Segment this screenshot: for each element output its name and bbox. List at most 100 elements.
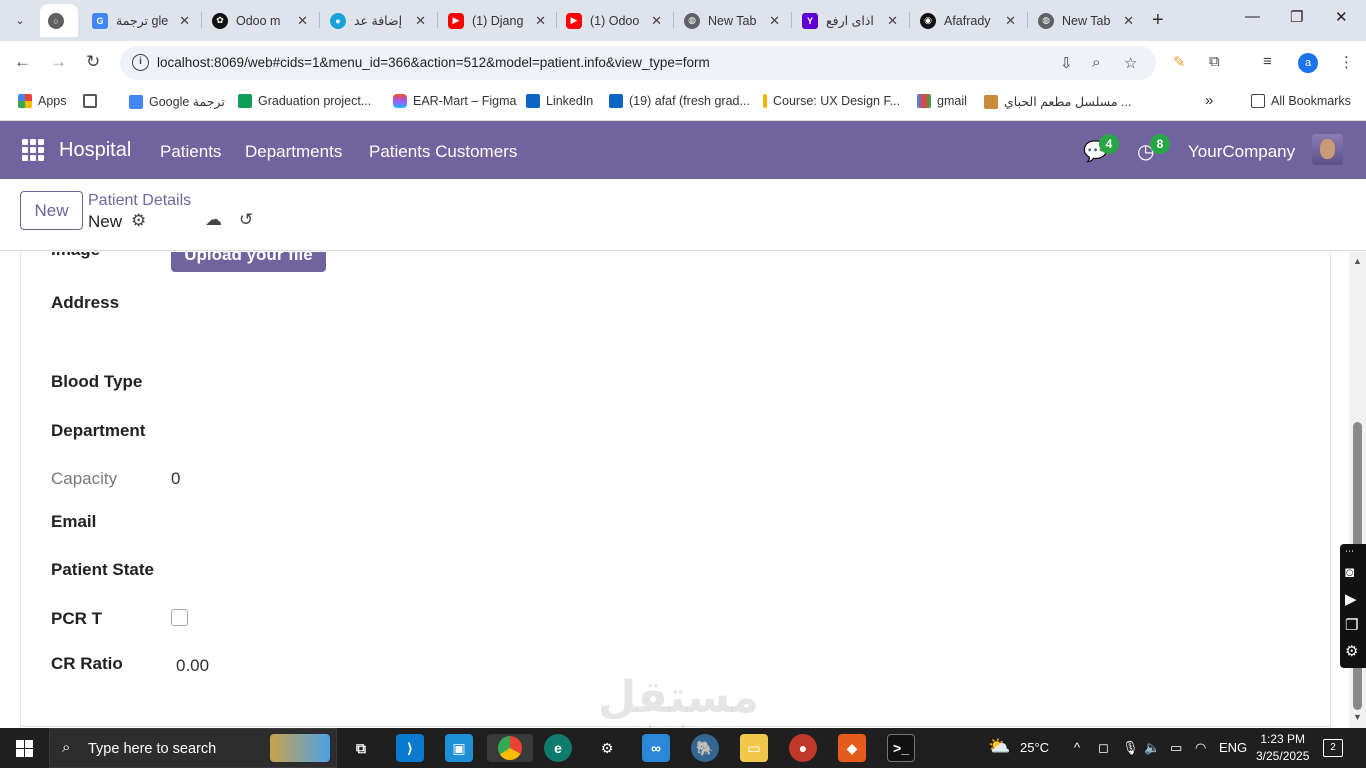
- weather-temp[interactable]: 25°C: [1020, 740, 1049, 755]
- forward-icon[interactable]: →: [50, 52, 67, 72]
- notifications-icon[interactable]: 2: [1323, 739, 1343, 757]
- media-control-icon[interactable]: ≡: [1263, 53, 1272, 70]
- discard-icon[interactable]: ↺: [239, 210, 253, 230]
- app-brand[interactable]: Hospital: [59, 139, 131, 162]
- menu-patients[interactable]: Patients: [160, 142, 221, 162]
- tab-search-icon[interactable]: ⌄: [8, 8, 32, 32]
- close-icon[interactable]: ✕: [651, 13, 662, 29]
- camera-icon[interactable]: ◙: [1345, 564, 1354, 581]
- windows-start-icon[interactable]: [16, 740, 33, 757]
- bookmark-grid[interactable]: [83, 94, 103, 108]
- tab-0[interactable]: ○: [40, 4, 78, 37]
- bookmark-google-translate[interactable]: Google ترجمة: [129, 94, 225, 109]
- new-button[interactable]: New: [20, 191, 83, 230]
- minimize-icon[interactable]: —: [1245, 8, 1260, 25]
- tab-4[interactable]: ▶ (1) Djang ✕: [440, 4, 554, 37]
- cr-ratio-field[interactable]: 0.00: [176, 656, 209, 676]
- bookmark-apps[interactable]: Apps: [18, 94, 67, 108]
- settings-gear-icon[interactable]: ⚙: [593, 734, 621, 762]
- git-icon[interactable]: ◆: [838, 734, 866, 762]
- bookmark-linkedin-profile[interactable]: (19) afaf (fresh grad...: [609, 94, 750, 108]
- search-highlight-icon[interactable]: [270, 734, 330, 762]
- close-icon[interactable]: ✕: [535, 13, 546, 29]
- wifi-icon[interactable]: ◠: [1195, 740, 1206, 756]
- blood-type-field[interactable]: [171, 372, 571, 394]
- zoom-icon[interactable]: ⌕: [1092, 54, 1100, 71]
- tab-6[interactable]: ◍ New Tab ✕: [676, 4, 788, 37]
- site-info-icon[interactable]: i: [132, 54, 149, 71]
- terminal-icon[interactable]: >_: [887, 734, 915, 762]
- profile-avatar[interactable]: a: [1298, 53, 1318, 73]
- restore-icon[interactable]: ❐: [1290, 8, 1303, 26]
- close-icon[interactable]: ✕: [415, 13, 426, 29]
- department-field[interactable]: [171, 421, 571, 443]
- bookmark-figma[interactable]: EAR-Mart – Figma: [393, 94, 517, 108]
- close-icon[interactable]: ✕: [887, 13, 898, 29]
- patient-state-field[interactable]: [171, 560, 571, 582]
- close-icon[interactable]: ✕: [1123, 13, 1134, 29]
- vscode-icon[interactable]: ⟩: [396, 734, 424, 762]
- address-field[interactable]: [171, 293, 1311, 353]
- extensions-icon[interactable]: ⧉: [1209, 53, 1220, 70]
- tab-3[interactable]: ● إضافة عد ✕: [322, 4, 434, 37]
- camera-tray-icon[interactable]: ◻: [1098, 740, 1109, 756]
- chrome-taskbar-icon[interactable]: [487, 734, 533, 762]
- visual-studio-icon[interactable]: ∞: [642, 734, 670, 762]
- bookmark-graduation-project[interactable]: Graduation project...: [238, 94, 371, 108]
- company-switcher[interactable]: YourCompany: [1188, 142, 1295, 162]
- file-explorer-icon[interactable]: ▭: [740, 734, 768, 762]
- language-indicator[interactable]: ENG: [1219, 740, 1247, 755]
- chrome-menu-icon[interactable]: ⋮: [1339, 53, 1354, 71]
- new-tab-icon[interactable]: +: [1152, 9, 1164, 32]
- tray-chevron-icon[interactable]: ^: [1074, 740, 1080, 755]
- video-icon[interactable]: ▶: [1345, 590, 1357, 608]
- bookmark-gmail[interactable]: gmail: [917, 94, 967, 108]
- menu-patients-customers[interactable]: Patients Customers: [369, 142, 517, 162]
- url-text[interactable]: localhost:8069/web#cids=1&menu_id=366&ac…: [157, 55, 710, 70]
- postgresql-icon[interactable]: 🐘: [691, 734, 719, 762]
- window-capture-icon[interactable]: ❐: [1345, 616, 1358, 634]
- save-cloud-icon[interactable]: ☁: [205, 210, 222, 230]
- tab-7[interactable]: Y اذاى ارفع ✕: [794, 4, 906, 37]
- weather-icon[interactable]: ⛅: [988, 736, 1010, 757]
- bookmark-linkedin[interactable]: LinkedIn: [526, 94, 593, 108]
- reload-icon[interactable]: ↻: [86, 52, 100, 72]
- record-icon[interactable]: ●: [789, 734, 817, 762]
- close-icon[interactable]: ✕: [1005, 13, 1016, 29]
- tab-9[interactable]: ◍ New Tab ✕: [1030, 4, 1142, 37]
- close-icon[interactable]: ✕: [179, 13, 190, 29]
- email-field[interactable]: [171, 512, 571, 534]
- tab-5[interactable]: ▶ (1) Odoo ✕: [558, 4, 670, 37]
- pen-extension-icon[interactable]: ✎: [1173, 53, 1186, 71]
- edge-icon[interactable]: e: [544, 734, 572, 762]
- upload-file-button[interactable]: Upload your file: [171, 252, 326, 272]
- pcr-t-checkbox[interactable]: [171, 609, 188, 626]
- more-bookmarks-icon[interactable]: »: [1205, 92, 1213, 109]
- bookmark-ux-course[interactable]: Course: UX Design F...: [763, 94, 900, 108]
- bookmark-series[interactable]: مسلسل مطعم الحباي ...: [984, 94, 1131, 109]
- address-bar[interactable]: i localhost:8069/web#cids=1&menu_id=366&…: [120, 46, 1156, 80]
- bookmark-star-icon[interactable]: ☆: [1124, 54, 1137, 72]
- scroll-up-icon[interactable]: ▲: [1353, 256, 1362, 266]
- azure-data-studio-icon[interactable]: ▣: [445, 734, 473, 762]
- clock[interactable]: 1:23 PM 3/25/2025: [1256, 731, 1309, 765]
- tab-8[interactable]: ◉ Afafrady ✕: [912, 4, 1024, 37]
- gear-icon[interactable]: ⚙: [131, 211, 146, 231]
- volume-icon[interactable]: 🔈: [1144, 740, 1160, 756]
- close-icon[interactable]: ✕: [297, 13, 308, 29]
- back-icon[interactable]: ←: [14, 52, 31, 72]
- app-menu-icon[interactable]: [22, 139, 44, 161]
- window-close-icon[interactable]: ✕: [1335, 8, 1348, 26]
- menu-departments[interactable]: Departments: [245, 142, 342, 162]
- tab-1[interactable]: G ترجمة gle ✕: [84, 4, 198, 37]
- battery-icon[interactable]: ▭: [1170, 740, 1182, 756]
- close-icon[interactable]: ✕: [769, 13, 780, 29]
- tab-2[interactable]: ✿ Odoo m ✕: [204, 4, 316, 37]
- user-avatar[interactable]: [1312, 134, 1343, 165]
- widget-menu-icon[interactable]: ⋯: [1345, 546, 1354, 557]
- all-bookmarks[interactable]: All Bookmarks: [1251, 94, 1351, 108]
- install-app-icon[interactable]: ⇩: [1060, 54, 1073, 72]
- task-view-icon[interactable]: ⧉: [347, 734, 375, 762]
- settings-icon[interactable]: ⚙: [1345, 642, 1358, 660]
- breadcrumb-parent[interactable]: Patient Details: [88, 192, 191, 210]
